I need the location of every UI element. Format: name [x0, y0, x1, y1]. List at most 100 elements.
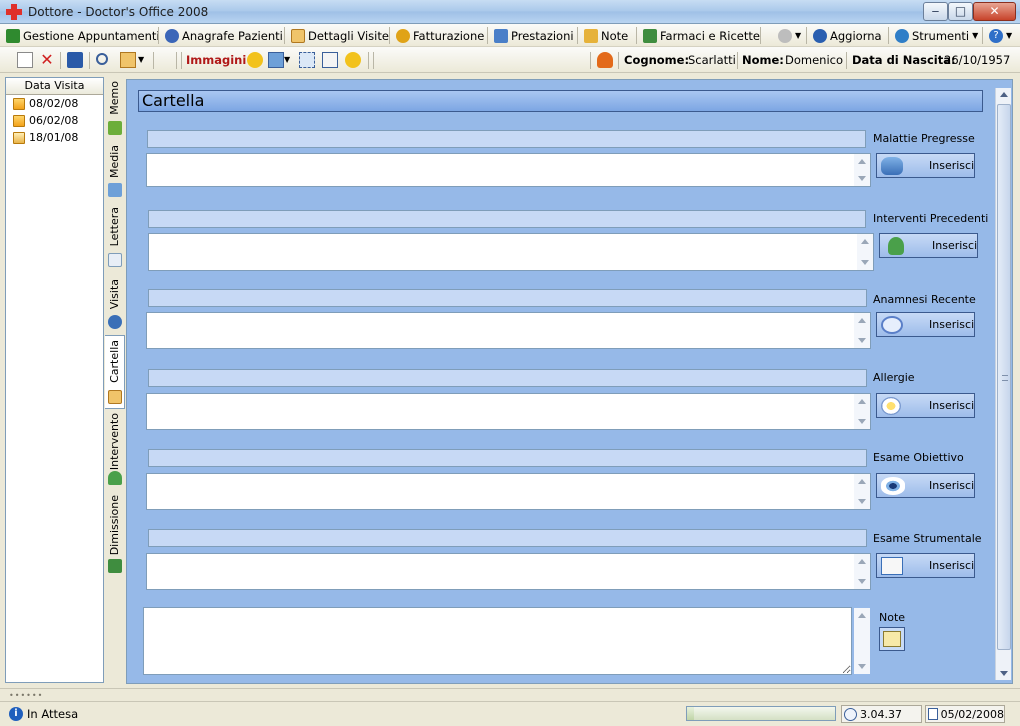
splitter-handle[interactable]: •••••• [0, 688, 1020, 700]
separator [368, 52, 369, 69]
menu-anagrafe-pazienti[interactable]: Anagrafe Pazienti [165, 27, 283, 44]
field-scrollbar[interactable] [857, 234, 873, 270]
version-cell: 3.04.37 [841, 705, 922, 723]
cartella-panel: Cartella Malattie Pregresse Inserisci In… [126, 79, 1013, 684]
tab-cartella[interactable]: Cartella [105, 335, 125, 409]
scroll-thumb[interactable] [997, 104, 1011, 650]
field-scrollbar[interactable] [854, 313, 870, 348]
note-edit-button[interactable] [879, 627, 905, 651]
clock-icon [844, 707, 857, 721]
import-image-icon[interactable] [322, 52, 338, 68]
section-label-interventi-precedenti: Interventi Precedenti [873, 212, 989, 225]
section-label-esame-obiettivo: Esame Obiettivo [873, 451, 964, 464]
tab-memo[interactable]: Memo [105, 79, 125, 141]
clipboard-icon[interactable] [120, 52, 136, 68]
minimize-button[interactable]: ‒ [923, 2, 948, 21]
field-scrollbar[interactable] [854, 554, 870, 589]
separator [389, 27, 390, 44]
letter-icon [108, 253, 122, 267]
list-item[interactable]: 08/02/08 [6, 95, 103, 112]
note-field[interactable] [143, 607, 852, 675]
tab-label: Dimissione [108, 495, 121, 556]
note-label: Note [879, 611, 906, 624]
section-label-allergie: Allergie [873, 371, 915, 384]
malattie-pregresse-field[interactable] [146, 153, 871, 187]
tab-lettera[interactable]: Lettera [105, 203, 125, 273]
menu-aggiorna[interactable]: Aggiorna [813, 27, 882, 44]
menu-gestione-appuntamenti[interactable]: Gestione Appuntamenti [6, 27, 160, 44]
chevron-down-icon[interactable]: ▼ [284, 52, 292, 68]
flower-icon [881, 397, 901, 415]
vertical-tab-strip: Memo Media Lettera Visita Cartella Inter… [105, 79, 126, 584]
separator [181, 52, 182, 69]
image-icon[interactable] [268, 52, 284, 68]
menu-prestazioni[interactable]: Prestazioni [494, 27, 574, 44]
coin-icon [396, 28, 410, 43]
phone-icon [778, 28, 792, 43]
tab-media[interactable]: Media [105, 141, 125, 201]
chevron-down-icon: ▼ [972, 31, 979, 40]
inserisci-malattie-button[interactable]: Inserisci [876, 153, 975, 178]
calendar-book-icon [6, 28, 20, 43]
scroll-up-icon[interactable] [1000, 92, 1008, 97]
cognome-value: Scarlatti [688, 53, 736, 67]
allergie-field[interactable] [146, 393, 871, 430]
menu-farmaci-e-ricette[interactable]: Farmaci e Ricette [643, 27, 760, 44]
new-document-icon[interactable] [17, 52, 33, 68]
visit-date-list: Data Visita 08/02/08 06/02/08 18/01/08 [5, 77, 104, 683]
save-icon[interactable] [67, 52, 83, 68]
visit-date-header[interactable]: Data Visita [6, 78, 103, 95]
crop-icon[interactable] [299, 52, 315, 68]
back-arrow-icon[interactable] [247, 52, 263, 68]
person-icon [888, 237, 904, 255]
data-nascita-value: 26/10/1957 [944, 53, 1011, 67]
menu-dettagli-visite[interactable]: Dettagli Visite [291, 27, 389, 44]
field-scrollbar[interactable] [854, 394, 870, 429]
inserisci-allergie-button[interactable]: Inserisci [876, 393, 975, 418]
menu-phone[interactable]: ▼ [778, 27, 801, 44]
list-item[interactable]: 18/01/08 [6, 129, 103, 146]
inserisci-esame-obiettivo-button[interactable]: Inserisci [876, 473, 975, 498]
maximize-button[interactable]: □ [948, 2, 973, 21]
separator [806, 27, 807, 44]
inserisci-esame-strumentale-button[interactable]: Inserisci [876, 553, 975, 578]
status-text: In Attesa [27, 707, 79, 721]
tab-intervento[interactable]: Intervento [105, 411, 125, 491]
inserisci-label: Inserisci [929, 399, 975, 412]
section-header-bar [148, 210, 866, 228]
prescription-icon [643, 28, 657, 43]
interventi-precedenti-field[interactable] [148, 233, 874, 271]
separator [760, 27, 761, 44]
folder-icon [13, 97, 25, 110]
anamnesi-recente-field[interactable] [146, 312, 871, 349]
app-cross-icon [6, 4, 22, 20]
menu-fatturazione[interactable]: Fatturazione [396, 27, 484, 44]
scroll-down-icon[interactable] [1000, 671, 1008, 676]
menu-label: Note [601, 28, 629, 43]
menu-strumenti[interactable]: Strumenti ▼ [895, 27, 978, 44]
menu-label: Strumenti [912, 28, 970, 43]
section-label-anamnesi-recente: Anamnesi Recente [873, 293, 976, 306]
close-button[interactable]: ✕ [973, 2, 1016, 21]
tab-dimissione[interactable]: Dimissione [105, 493, 125, 579]
delete-icon[interactable]: ✕ [39, 52, 55, 68]
field-scrollbar[interactable] [854, 608, 870, 674]
field-scrollbar[interactable] [854, 474, 870, 509]
menu-help[interactable]: ? ▼ [989, 27, 1012, 44]
tab-visita[interactable]: Visita [105, 275, 125, 333]
inserisci-anamnesi-button[interactable]: Inserisci [876, 312, 975, 337]
field-scrollbar[interactable] [854, 154, 870, 186]
panel-scrollbar[interactable] [995, 88, 1011, 680]
eye-icon [881, 477, 905, 495]
search-icon[interactable] [96, 53, 108, 65]
list-item[interactable]: 06/02/08 [6, 112, 103, 129]
esame-obiettivo-field[interactable] [146, 473, 871, 510]
inserisci-interventi-button[interactable]: Inserisci [879, 233, 978, 258]
forward-arrow-icon[interactable] [345, 52, 361, 68]
chevron-down-icon[interactable]: ▼ [138, 52, 154, 68]
calendar-icon [928, 708, 938, 720]
patient-icon [597, 52, 613, 68]
tools-icon [895, 28, 909, 43]
esame-strumentale-field[interactable] [146, 553, 871, 590]
menu-note[interactable]: Note [584, 27, 628, 44]
